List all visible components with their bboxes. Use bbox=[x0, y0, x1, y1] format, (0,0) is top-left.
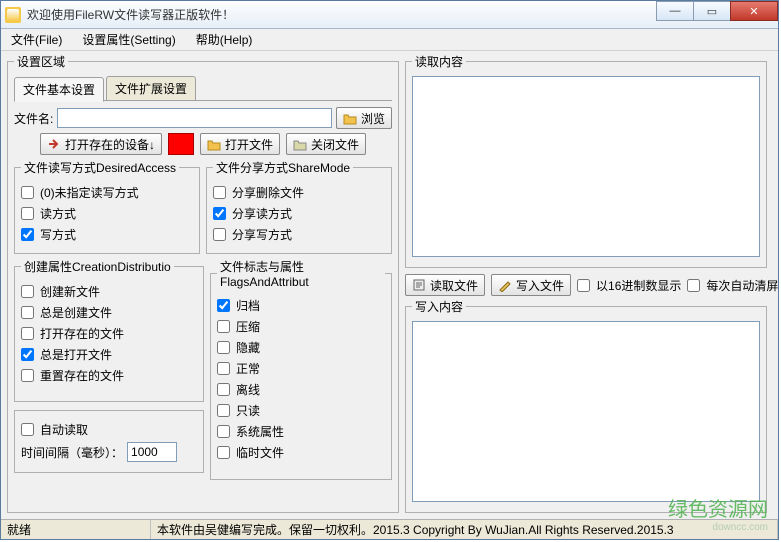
filename-label: 文件名: bbox=[14, 110, 53, 127]
settings-legend: 设置区域 bbox=[14, 53, 68, 70]
flag-compressed[interactable]: 压缩 bbox=[217, 318, 385, 335]
interval-input[interactable] bbox=[127, 442, 177, 462]
flag-offline[interactable]: 离线 bbox=[217, 381, 385, 398]
menu-help[interactable]: 帮助(Help) bbox=[190, 29, 259, 50]
browse-button[interactable]: 浏览 bbox=[336, 107, 392, 129]
flags-group: 文件标志与属性FlagsAndAttribut 归档 压缩 隐藏 正常 离线 只… bbox=[210, 258, 392, 480]
arrow-right-icon bbox=[47, 137, 61, 151]
read-icon bbox=[412, 278, 426, 292]
right-panel: 读取内容 读取文件 写入文件 以16进制数显示 每次自动清屏 写入内容 bbox=[403, 51, 773, 519]
write-file-button[interactable]: 写入文件 bbox=[491, 274, 571, 296]
maximize-button[interactable]: ▭ bbox=[693, 1, 731, 21]
window-buttons: — ▭ ✕ bbox=[657, 1, 778, 21]
status-ready: 就绪 bbox=[1, 520, 151, 539]
window-frame: 欢迎使用FileRW文件读写器正版软件！ — ▭ ✕ 文件(File) 设置属性… bbox=[0, 0, 779, 540]
read-write-toolbar: 读取文件 写入文件 以16进制数显示 每次自动清屏 bbox=[405, 274, 767, 296]
filename-row: 文件名: 浏览 bbox=[14, 107, 392, 129]
share-mode-group: 文件分享方式ShareMode 分享删除文件 分享读方式 分享写方式 bbox=[206, 159, 392, 254]
interval-label: 时间间隔（毫秒）： bbox=[21, 444, 123, 461]
share-write[interactable]: 分享写方式 bbox=[213, 226, 385, 243]
write-content-group: 写入内容 bbox=[405, 298, 767, 513]
creation-always[interactable]: 总是创建文件 bbox=[21, 304, 197, 321]
creation-truncate[interactable]: 重置存在的文件 bbox=[21, 367, 197, 384]
open-device-button[interactable]: 打开存在的设备↓ bbox=[40, 133, 162, 155]
read-file-button[interactable]: 读取文件 bbox=[405, 274, 485, 296]
flag-hidden[interactable]: 隐藏 bbox=[217, 339, 385, 356]
settings-group: 设置区域 文件基本设置 文件扩展设置 文件名: 浏览 打 bbox=[7, 53, 399, 513]
auto-read-box: 自动读取 时间间隔（毫秒）： bbox=[14, 410, 204, 473]
access-read[interactable]: 读方式 bbox=[21, 205, 193, 222]
share-delete[interactable]: 分享删除文件 bbox=[213, 184, 385, 201]
autoclear-check[interactable]: 每次自动清屏 bbox=[687, 277, 778, 294]
close-file-button[interactable]: 关闭文件 bbox=[286, 133, 366, 155]
tab-ext[interactable]: 文件扩展设置 bbox=[106, 76, 196, 100]
creation-flags-row: 创建属性CreationDistributio 创建新文件 总是创建文件 打开存… bbox=[14, 258, 392, 484]
minimize-button[interactable]: — bbox=[656, 1, 694, 21]
file-ops-row: 打开存在的设备↓ 打开文件 关闭文件 bbox=[14, 133, 392, 155]
menu-file[interactable]: 文件(File) bbox=[5, 29, 68, 50]
menu-bar: 文件(File) 设置属性(Setting) 帮助(Help) bbox=[1, 29, 778, 51]
read-content-group: 读取内容 bbox=[405, 53, 767, 268]
creation-new[interactable]: 创建新文件 bbox=[21, 283, 197, 300]
hex-check[interactable]: 以16进制数显示 bbox=[577, 277, 681, 294]
write-icon bbox=[498, 278, 512, 292]
red-indicator bbox=[168, 133, 194, 155]
menu-setting[interactable]: 设置属性(Setting) bbox=[76, 29, 181, 50]
flag-system[interactable]: 系统属性 bbox=[217, 423, 385, 440]
access-share-row: 文件读写方式DesiredAccess (0)未指定读写方式 读方式 写方式 文… bbox=[14, 159, 392, 258]
access-write[interactable]: 写方式 bbox=[21, 226, 193, 243]
open-file-button[interactable]: 打开文件 bbox=[200, 133, 280, 155]
read-textarea[interactable] bbox=[412, 76, 760, 257]
flag-archive[interactable]: 归档 bbox=[217, 297, 385, 314]
write-textarea[interactable] bbox=[412, 321, 760, 502]
folder-icon bbox=[343, 111, 357, 125]
title-bar: 欢迎使用FileRW文件读写器正版软件！ — ▭ ✕ bbox=[1, 1, 778, 29]
creation-open-existing[interactable]: 打开存在的文件 bbox=[21, 325, 197, 342]
close-folder-icon bbox=[293, 137, 307, 151]
close-button[interactable]: ✕ bbox=[730, 1, 778, 21]
flag-temp[interactable]: 临时文件 bbox=[217, 444, 385, 461]
access-none[interactable]: (0)未指定读写方式 bbox=[21, 184, 193, 201]
flag-normal[interactable]: 正常 bbox=[217, 360, 385, 377]
status-copyright: 本软件由吴健编写完成。保留一切权利。2015.3 Copyright By Wu… bbox=[151, 520, 778, 539]
app-icon bbox=[5, 7, 21, 23]
left-panel: 设置区域 文件基本设置 文件扩展设置 文件名: 浏览 打 bbox=[1, 51, 403, 519]
main-content: 设置区域 文件基本设置 文件扩展设置 文件名: 浏览 打 bbox=[1, 51, 778, 519]
share-read[interactable]: 分享读方式 bbox=[213, 205, 385, 222]
desired-access-group: 文件读写方式DesiredAccess (0)未指定读写方式 读方式 写方式 bbox=[14, 159, 200, 254]
status-bar: 就绪 本软件由吴健编写完成。保留一切权利。2015.3 Copyright By… bbox=[1, 519, 778, 539]
flag-readonly[interactable]: 只读 bbox=[217, 402, 385, 419]
tabs: 文件基本设置 文件扩展设置 bbox=[14, 76, 392, 101]
filename-input[interactable] bbox=[57, 108, 332, 128]
tab-basic[interactable]: 文件基本设置 bbox=[14, 77, 104, 102]
interval-row: 时间间隔（毫秒）： bbox=[21, 442, 197, 462]
creation-open-always[interactable]: 总是打开文件 bbox=[21, 346, 197, 363]
creation-group: 创建属性CreationDistributio 创建新文件 总是创建文件 打开存… bbox=[14, 258, 204, 402]
open-folder-icon bbox=[207, 137, 221, 151]
auto-read-check[interactable]: 自动读取 bbox=[21, 421, 197, 438]
